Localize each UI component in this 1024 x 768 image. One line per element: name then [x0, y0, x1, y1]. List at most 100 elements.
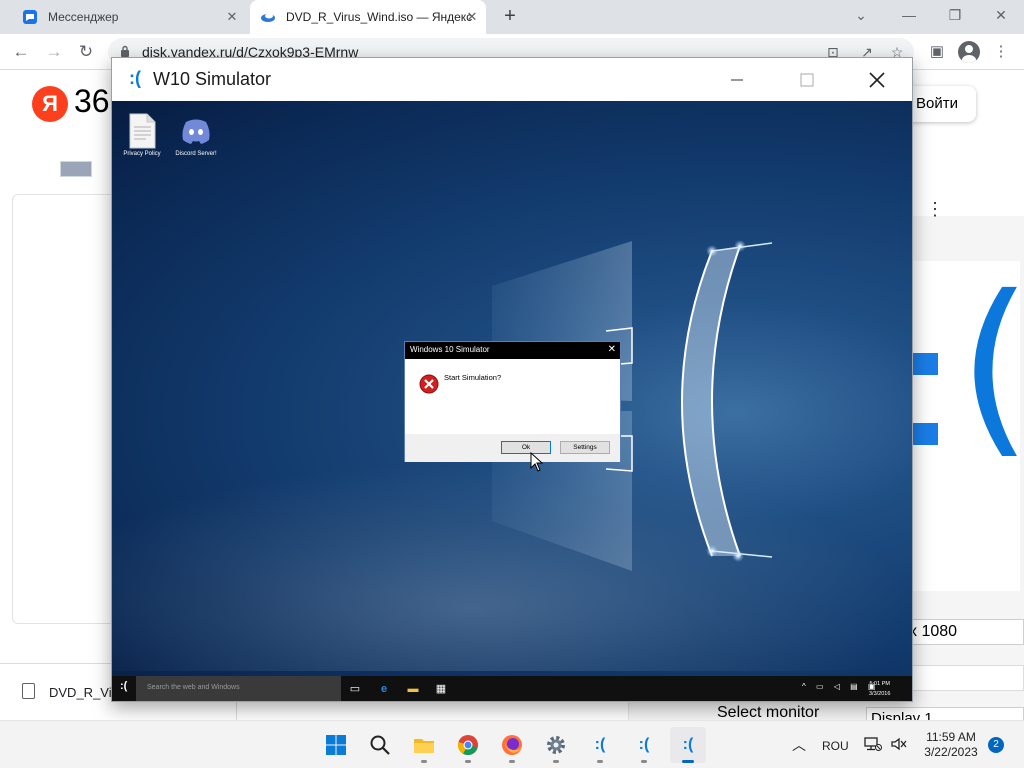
- settings-button[interactable]: Settings: [560, 441, 610, 454]
- simulated-taskbar: :( Search the web and Windows ▭ e ▬ ▦ ^ …: [112, 676, 912, 701]
- task-view-icon[interactable]: ▭: [348, 682, 362, 696]
- notification-badge[interactable]: 2: [988, 737, 1004, 753]
- system-tray-icons[interactable]: ^ ▭ ◁ ▤ ▣: [802, 682, 879, 691]
- volume-muted-icon[interactable]: [890, 736, 908, 752]
- close-tab-icon[interactable]: ✕: [224, 9, 240, 25]
- dialog-close-icon[interactable]: ✕: [608, 343, 616, 357]
- file-thumbnail[interactable]: [60, 161, 92, 177]
- taskbar-w10-simulator[interactable]: :(: [626, 727, 662, 763]
- tab-messenger[interactable]: Мессенджер ✕: [10, 0, 246, 34]
- side-panel-icon[interactable]: ▣: [926, 41, 948, 63]
- more-options-icon[interactable]: ⋮: [926, 199, 944, 220]
- taskbar-settings[interactable]: [538, 727, 574, 763]
- sad-face-icon: :(: [594, 736, 606, 753]
- desktop-icon-label: Privacy Policy: [123, 151, 161, 157]
- simulator-titlebar[interactable]: :( W10 Simulator: [112, 58, 912, 101]
- file-icon: [22, 683, 35, 699]
- simulated-clock: 5:01 PM 3/3/2016: [869, 679, 890, 699]
- minimize-button[interactable]: [702, 58, 772, 101]
- minimize-button[interactable]: —: [886, 0, 932, 34]
- start-button[interactable]: [318, 727, 354, 763]
- taskbar-file-explorer[interactable]: [406, 727, 442, 763]
- select-monitor-label: Select monitor: [717, 704, 820, 720]
- windows-logo-icon: [326, 735, 346, 755]
- discord-icon: [182, 119, 210, 144]
- reload-button[interactable]: ↻: [74, 40, 98, 64]
- more-menu-icon[interactable]: ⋮: [990, 41, 1012, 63]
- document-icon: [129, 113, 156, 149]
- os-taskbar: :( :( :( ︿ ROU 11:59 AM 3/22/2023 2: [0, 720, 1024, 768]
- network-icon[interactable]: [864, 736, 882, 752]
- profile-avatar[interactable]: [958, 41, 980, 63]
- running-indicator: [421, 760, 427, 763]
- tab-title: Мессенджер: [48, 10, 119, 24]
- close-tab-icon[interactable]: ✕: [464, 9, 480, 25]
- tab-title: DVD_R_Virus_Wind.iso — Яндекс: [286, 10, 473, 24]
- folder-icon[interactable]: ▬: [406, 682, 420, 696]
- running-indicator: [553, 760, 559, 763]
- taskbar-w10-simulator[interactable]: :(: [582, 727, 618, 763]
- clock-date: 3/3/2016: [869, 691, 891, 697]
- chrome-icon: [458, 735, 478, 755]
- clock-date: 3/22/2023: [924, 745, 978, 759]
- display-select[interactable]: Display 1: [866, 707, 1024, 720]
- close-window-button[interactable]: ✕: [978, 0, 1024, 34]
- show-hidden-icons-chevron-icon[interactable]: ︿: [792, 735, 806, 755]
- yandex-disk-icon: [261, 13, 275, 22]
- close-button[interactable]: [842, 58, 912, 101]
- search-icon: [370, 735, 390, 755]
- desktop-icon-label: Discord Server!: [175, 151, 217, 157]
- dialog-titlebar[interactable]: Windows 10 Simulator ✕: [405, 342, 620, 359]
- dialog-button-bar: Ok Settings: [405, 434, 620, 462]
- dialog-message: Start Simulation?: [444, 373, 502, 382]
- system-clock[interactable]: 11:59 AM 3/22/2023: [920, 730, 982, 760]
- back-button[interactable]: ←: [9, 40, 33, 64]
- maximize-button[interactable]: [772, 58, 842, 101]
- w10-simulator-window: :( W10 Simulator Privacy Policy Discord …: [111, 57, 913, 702]
- input-language[interactable]: ROU: [822, 739, 849, 753]
- preview-graphic-paren: (: [958, 271, 1024, 461]
- browser-tab-bar: Мессенджер ✕ DVD_R_Virus_Wind.iso — Янде…: [0, 0, 1024, 34]
- desktop-icon-privacy-policy[interactable]: Privacy Policy: [112, 113, 172, 157]
- preview-graphic-bar: [912, 423, 938, 445]
- clock-time: 5:01 PM: [869, 681, 890, 687]
- running-indicator: [465, 760, 471, 763]
- firefox-icon: [502, 735, 522, 755]
- search-placeholder: Search the web and Windows: [147, 684, 240, 691]
- desktop-icon-discord-server[interactable]: Discord Server!: [166, 113, 226, 157]
- messenger-icon: [23, 10, 37, 24]
- sad-face-icon: :(: [638, 736, 650, 753]
- store-icon[interactable]: ▦: [434, 682, 448, 696]
- clock-time: 11:59 AM: [926, 730, 976, 744]
- folder-icon: [414, 739, 434, 753]
- download-item-name[interactable]: DVD_R_Vir: [49, 685, 116, 700]
- yandex-360-logo-text: 36: [74, 83, 110, 119]
- simulated-start-button[interactable]: :(: [120, 680, 127, 692]
- yandex-logo[interactable]: Я: [32, 86, 68, 122]
- taskbar-chrome[interactable]: [450, 727, 486, 763]
- taskbar-w10-simulator-active[interactable]: :(: [670, 727, 706, 763]
- search-button[interactable]: [362, 727, 398, 763]
- simulated-desktop[interactable]: Privacy Policy Discord Server! Windows 1…: [112, 101, 912, 701]
- sad-face-icon: :(: [682, 736, 694, 753]
- new-tab-button[interactable]: +: [498, 4, 522, 28]
- sad-face-icon: :(: [129, 68, 141, 88]
- running-indicator: [597, 760, 603, 763]
- chevron-down-icon[interactable]: ⌄: [838, 0, 884, 34]
- error-icon: [419, 374, 439, 394]
- edge-icon[interactable]: e: [377, 682, 391, 696]
- taskbar-firefox[interactable]: [494, 727, 530, 763]
- dialog-title: Windows 10 Simulator: [410, 345, 490, 354]
- forward-button[interactable]: →: [42, 40, 66, 64]
- gear-icon: [547, 736, 565, 754]
- preview-graphic-bar: [912, 353, 938, 375]
- running-indicator: [509, 760, 515, 763]
- running-indicator: [641, 760, 647, 763]
- start-simulation-dialog: Windows 10 Simulator ✕ Start Simulation?…: [404, 341, 621, 462]
- running-indicator: [682, 760, 694, 763]
- restore-button[interactable]: ❐: [932, 0, 978, 34]
- simulator-title: W10 Simulator: [153, 69, 272, 89]
- tab-yandex-disk[interactable]: DVD_R_Virus_Wind.iso — Яндекс ✕: [250, 0, 486, 34]
- simulated-search-box[interactable]: Search the web and Windows: [136, 676, 341, 701]
- mouse-cursor-icon: [530, 452, 544, 472]
